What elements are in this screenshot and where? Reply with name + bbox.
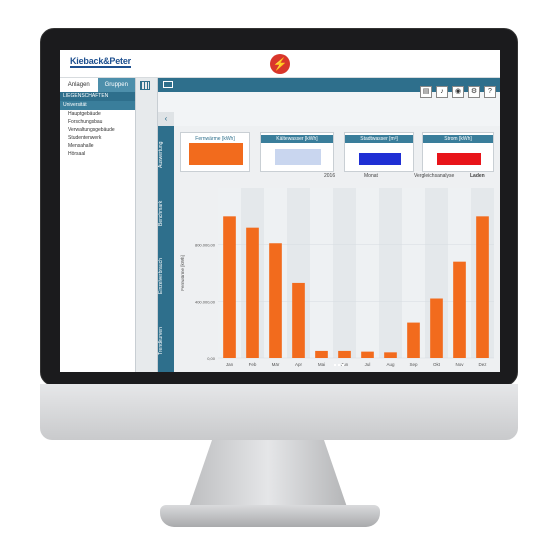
card-swatch xyxy=(437,153,481,165)
column-band xyxy=(379,188,402,358)
tree-item[interactable]: Forschungsbau xyxy=(60,118,135,126)
tree-item[interactable]: Hauptgebäude xyxy=(60,110,135,118)
tree-item[interactable]: Studentenwerk xyxy=(60,134,135,142)
tab-anlagen[interactable]: Anlagen xyxy=(60,78,98,92)
card-swatch xyxy=(359,153,401,165)
load-button[interactable]: Laden xyxy=(470,173,485,179)
bar-Jul[interactable] xyxy=(361,351,374,358)
tree-header: LIEGENSCHAFTEN xyxy=(60,92,135,101)
side-tab-trendkurven[interactable]: Trendkurven xyxy=(158,314,174,369)
card-strom[interactable]: Strom [kWh] xyxy=(422,132,494,172)
bell-icon[interactable]: ♪ xyxy=(436,86,448,98)
monitor-chin xyxy=(40,384,518,440)
tree-item[interactable]: Verwaltungsgebäude xyxy=(60,126,135,134)
x-tick-label: Feb xyxy=(249,362,257,367)
card-stadtwasser[interactable]: Stadtwasser [m³] xyxy=(344,132,414,172)
bar-Sep[interactable] xyxy=(407,322,420,358)
bar-Jan[interactable] xyxy=(223,216,236,358)
x-tick-label: Apr xyxy=(295,362,303,367)
card-title: Stadtwasser [m³] xyxy=(345,135,413,143)
monitor-stand-foot xyxy=(160,505,380,527)
bar-Mai[interactable] xyxy=(315,350,328,358)
bar-Jun[interactable] xyxy=(338,350,351,358)
y-axis-label: Fernwärme [kWh] xyxy=(180,255,185,291)
monitor-icon[interactable] xyxy=(163,81,173,88)
column-band xyxy=(333,188,356,358)
x-tick-label: Nov xyxy=(455,362,464,367)
back-chevron-icon[interactable]: ‹ xyxy=(158,112,174,126)
monitor-mockup: Kieback&Peter ⚡ Anlagen Gruppen LIEGENSC… xyxy=(0,0,559,559)
lightning-icon[interactable]: ⚡ xyxy=(270,54,290,74)
card-title: Fernwärme [kWh] xyxy=(181,135,249,143)
bar-Dez[interactable] xyxy=(476,216,489,358)
view-select[interactable]: Vergleichsanalyse xyxy=(414,173,454,179)
card-kaeltewasser[interactable]: Kältewasser [kWh] xyxy=(260,132,334,172)
x-tick-label: Jul xyxy=(365,362,371,367)
side-tab-benchmark[interactable]: Benchmark xyxy=(158,188,174,238)
x-tick-label: Mär xyxy=(272,362,280,367)
help-icon[interactable]: ? xyxy=(484,86,496,98)
tab-gruppen[interactable]: Gruppen xyxy=(97,78,135,92)
bar-Aug[interactable] xyxy=(384,352,397,358)
column-band xyxy=(310,188,333,358)
bar-chart: 0,00 400.000,00 800.000,00 Fernwärme [kWh] J… xyxy=(180,188,494,367)
card-fernwaerme[interactable]: Fernwärme [kWh] xyxy=(180,132,250,172)
y-tick-label: 400.000,00 xyxy=(195,299,216,304)
record-icon[interactable]: ◉ xyxy=(452,86,464,98)
x-tick-label: Aug xyxy=(386,362,395,367)
app-screen: Kieback&Peter ⚡ Anlagen Gruppen LIEGENSC… xyxy=(60,50,500,372)
column-band xyxy=(356,188,379,358)
grid-view-icon[interactable] xyxy=(140,81,150,90)
top-bar: Kieback&Peter ⚡ xyxy=(60,50,500,78)
x-tick-label: Jan xyxy=(226,362,234,367)
pager-dots[interactable] xyxy=(334,364,344,366)
x-tick-label: Dez xyxy=(478,362,487,367)
bar-Feb[interactable] xyxy=(246,227,259,358)
filter-row: 2016 Monat Vergleichsanalyse Laden xyxy=(174,172,500,181)
bar-Apr[interactable] xyxy=(292,282,305,358)
left-panel: Anlagen Gruppen LIEGENSCHAFTEN Universit… xyxy=(60,78,136,372)
brand-logo: Kieback&Peter xyxy=(70,56,131,68)
card-swatch xyxy=(189,143,243,165)
document-icon[interactable]: ▤ xyxy=(420,86,432,98)
card-title: Strom [kWh] xyxy=(423,135,493,143)
bar-Okt[interactable] xyxy=(430,298,443,359)
bar-Mär[interactable] xyxy=(269,243,282,358)
granularity-select[interactable]: Monat xyxy=(364,173,378,179)
card-title: Kältewasser [kWh] xyxy=(261,135,333,143)
y-tick-label: 800.000,00 xyxy=(195,243,216,248)
settings-icon[interactable]: ⚙ xyxy=(468,86,480,98)
side-tab-auswertung[interactable]: Auswertung xyxy=(158,130,174,180)
side-tab-strip: Auswertung Benchmark Einzelverbrauch Tre… xyxy=(158,126,174,372)
tree-item[interactable]: Mensahalle xyxy=(60,142,135,150)
tree-item[interactable]: Hörsaal xyxy=(60,150,135,158)
x-tick-label: Mai xyxy=(318,362,325,367)
bar-Nov[interactable] xyxy=(453,261,466,358)
x-tick-label: Okt xyxy=(433,362,441,367)
side-tab-einzelverbrauch[interactable]: Einzelverbrauch xyxy=(158,246,174,306)
period-select[interactable]: 2016 xyxy=(324,173,335,179)
y-tick-label: 0,00 xyxy=(207,356,216,361)
content-area: Fernwärme [kWh] Kältewasser [kWh] Stadtw… xyxy=(174,126,500,372)
x-tick-label: Sep xyxy=(409,362,418,367)
card-swatch xyxy=(275,149,321,165)
view-switcher-column xyxy=(136,78,158,372)
toolbar-icons: ▤ ♪ ◉ ⚙ ? xyxy=(420,86,496,98)
monitor-stand-neck xyxy=(188,440,348,510)
left-tabs: Anlagen Gruppen xyxy=(60,78,135,92)
tree-node-root[interactable]: Universität xyxy=(60,101,135,110)
